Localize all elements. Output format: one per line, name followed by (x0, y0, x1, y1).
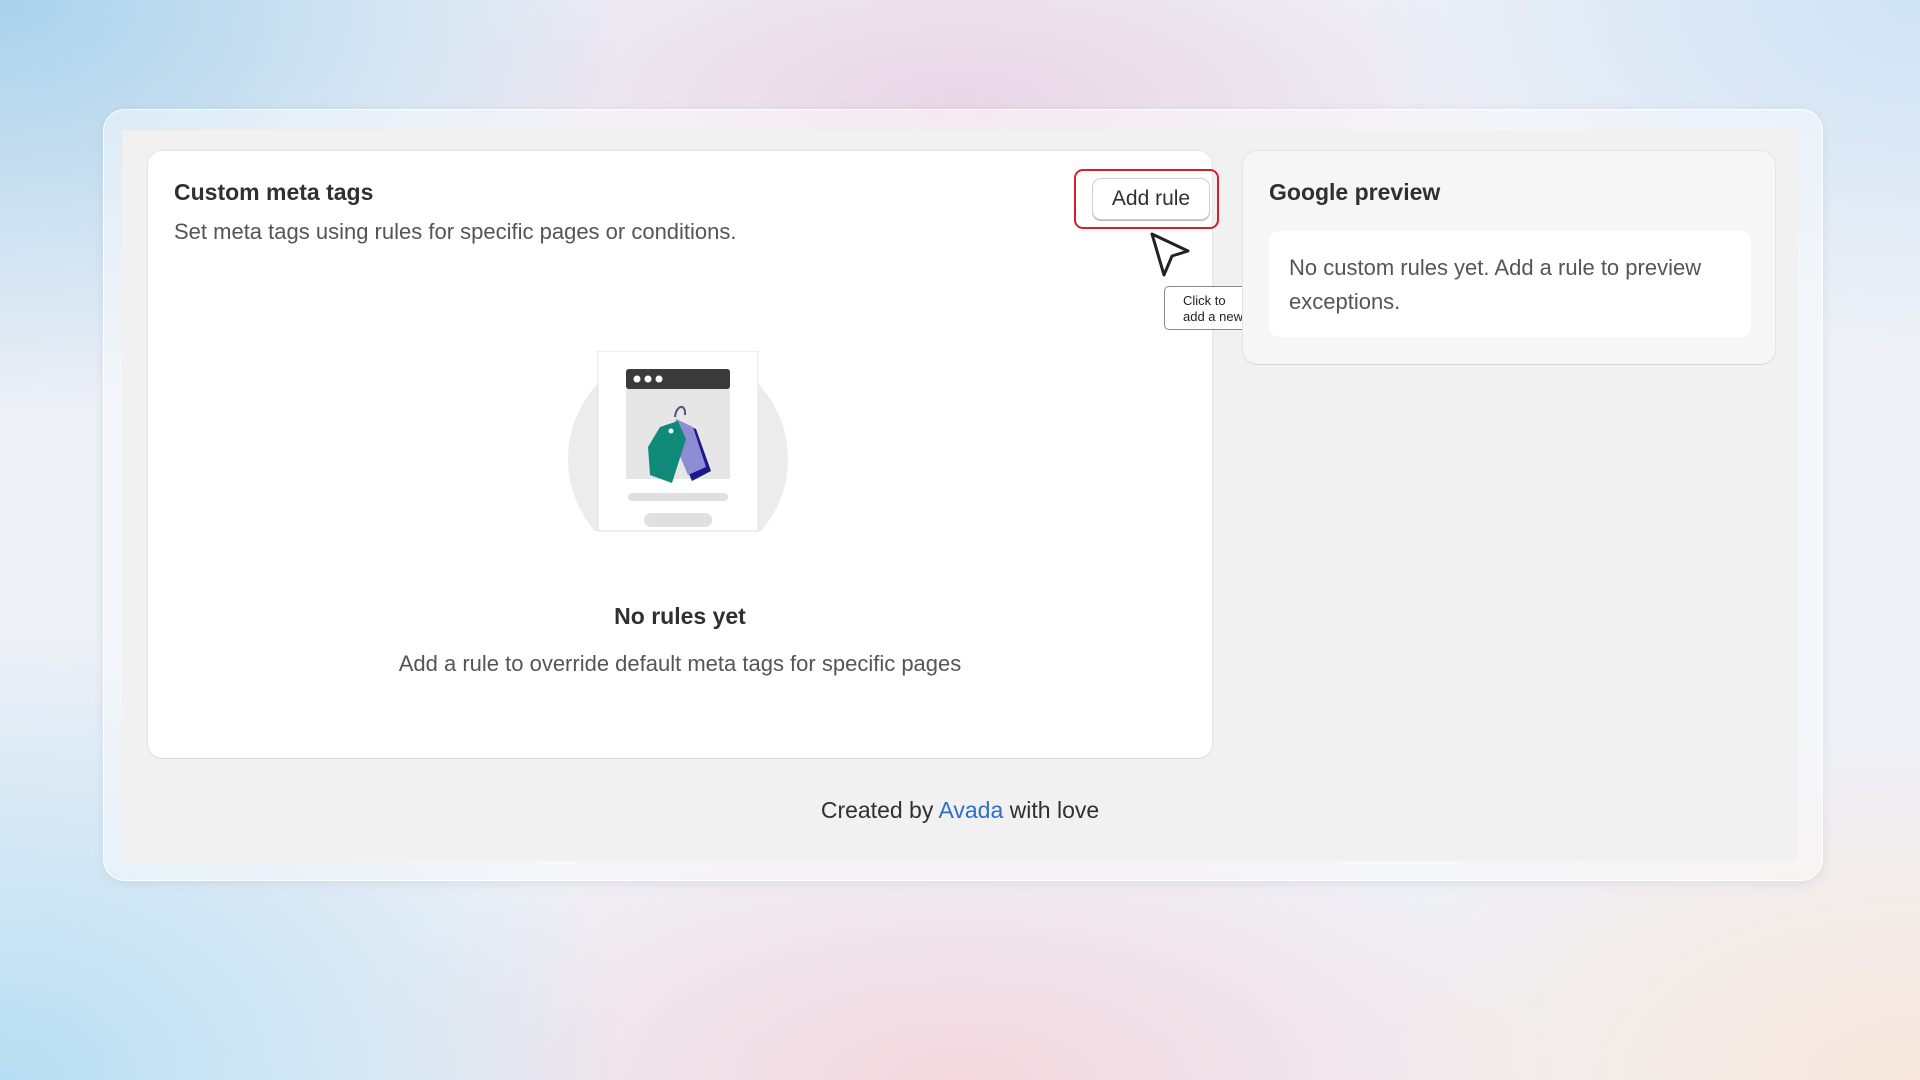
price-tags-illustration-icon (568, 351, 788, 532)
footer-suffix: with love (1009, 797, 1100, 823)
google-preview-message: No custom rules yet. Add a rule to previ… (1269, 231, 1751, 337)
avada-link[interactable]: Avada (938, 797, 1003, 823)
custom-meta-tags-card: Custom meta tags Set meta tags using rul… (148, 151, 1292, 758)
empty-state-title: No rules yet (614, 603, 746, 629)
empty-state-description: Add a rule to override default meta tags… (398, 651, 962, 676)
custom-meta-tags-subtitle: Set meta tags using rules for specific p… (174, 219, 737, 244)
custom-meta-tags-title: Custom meta tags (174, 179, 374, 205)
google-preview-card: Google preview No custom rules yet. Add … (1243, 151, 1775, 364)
mouse-pointer-icon (1150, 232, 1190, 277)
google-preview-title: Google preview (1269, 179, 1441, 205)
footer: Created by Avada with love (122, 797, 1798, 824)
add-rule-button[interactable]: Add rule (1092, 178, 1210, 220)
footer-prefix: Created by (820, 797, 934, 823)
app-window: Custom meta tags Set meta tags using rul… (122, 130, 1798, 861)
